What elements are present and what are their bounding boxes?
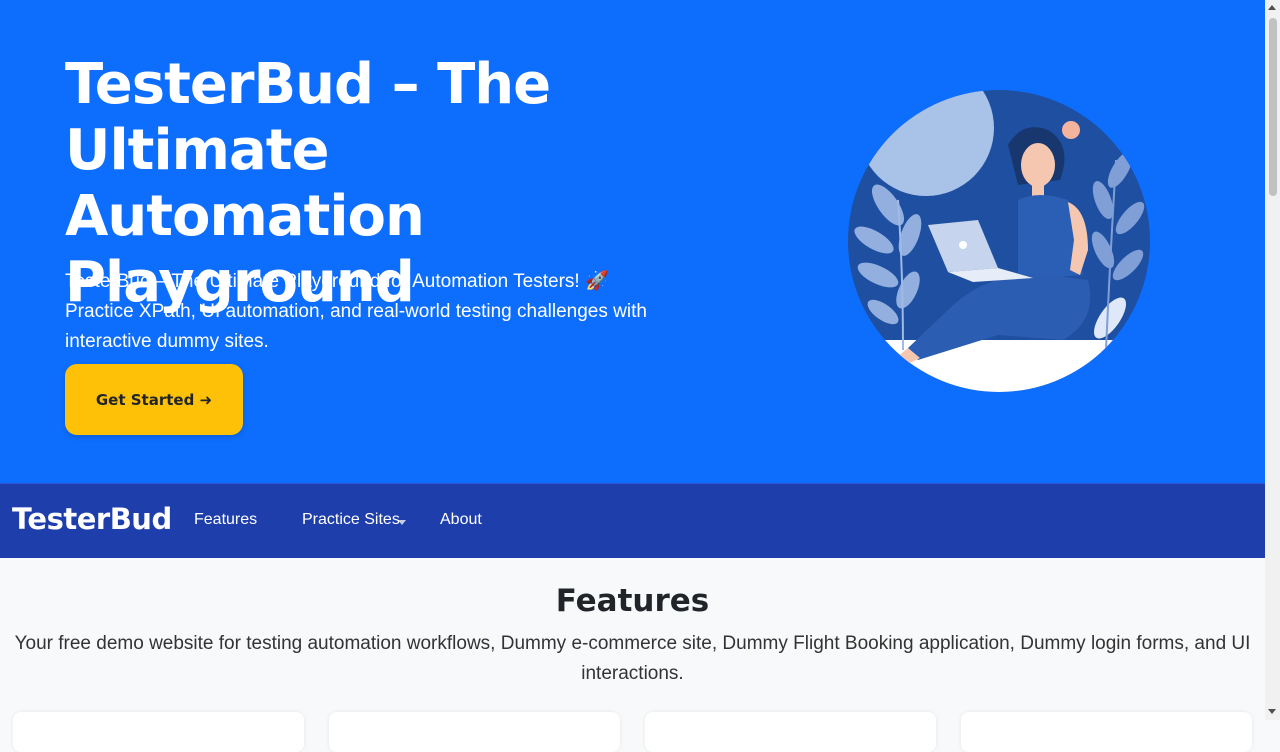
nav-link-features[interactable]: Features (194, 511, 257, 529)
feature-card[interactable] (13, 712, 304, 752)
page-scrollbar[interactable] (1265, 0, 1280, 720)
woman-with-laptop-illustration (848, 90, 1150, 392)
feature-card[interactable] (961, 712, 1252, 752)
brand-logo[interactable]: TesterBud (12, 502, 172, 536)
scroll-down-arrow-icon[interactable] (1268, 709, 1276, 714)
scroll-up-arrow-icon[interactable] (1268, 5, 1276, 10)
main-navbar: TesterBud Features Practice Sites About (0, 483, 1265, 558)
features-description: Your free demo website for testing autom… (14, 633, 1251, 684)
hero-subtitle: TesterBud – The Ultimate Playground for … (65, 271, 647, 352)
hero-section: TesterBud – The Ultimate Automation Play… (0, 0, 1265, 483)
nav-link-about[interactable]: About (440, 511, 482, 529)
feature-card[interactable] (329, 712, 620, 752)
get-started-button[interactable]: Get Started ➜ (65, 364, 243, 435)
scrollbar-thumb[interactable] (1269, 18, 1277, 196)
features-heading: Features (555, 583, 710, 619)
nav-dropdown-practice-sites[interactable]: Practice Sites (302, 511, 400, 529)
feature-card[interactable] (645, 712, 936, 752)
caret-down-icon (398, 520, 406, 525)
